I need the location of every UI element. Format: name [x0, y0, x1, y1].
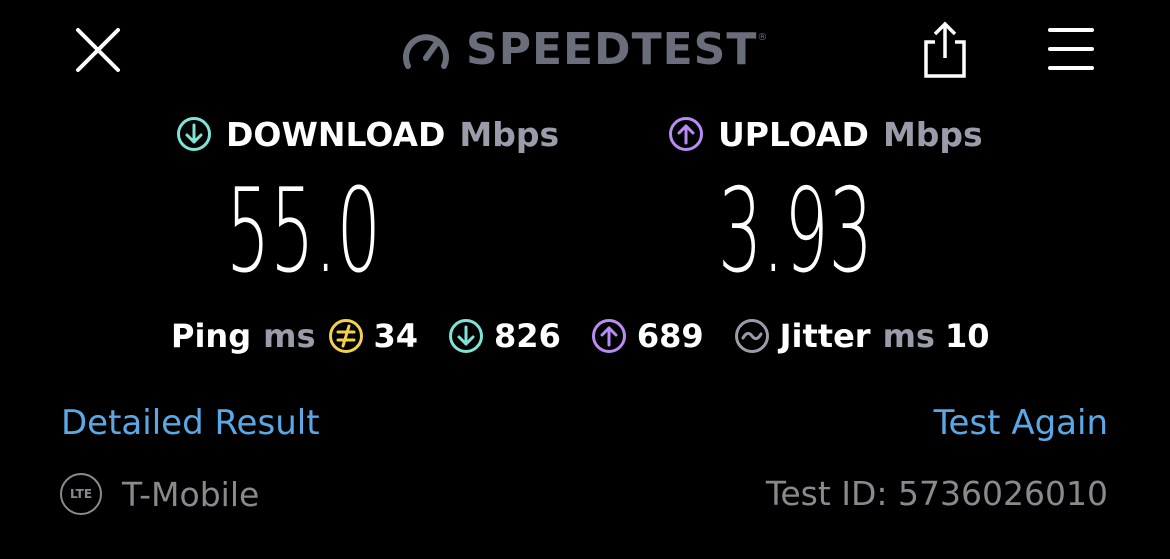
idle-ping-value: 34 — [373, 317, 419, 355]
download-unit: Mbps — [459, 114, 560, 154]
idle-ping-icon — [328, 319, 363, 353]
download-ping-icon — [449, 319, 484, 353]
brand-name: SPEEDTEST — [466, 24, 758, 75]
ping-label: Ping — [171, 317, 252, 355]
download-header: DOWNLOAD Mbps — [176, 113, 559, 155]
upload-ping-value: 689 — [636, 317, 704, 355]
upload-arrow-icon — [669, 117, 703, 151]
download-ping-value: 826 — [494, 317, 561, 355]
lte-badge-icon: LTE — [60, 473, 102, 515]
ping-unit: ms — [263, 317, 316, 355]
lte-badge-text: LTE — [69, 487, 93, 501]
jitter-icon — [734, 319, 769, 353]
registered-mark: ® — [757, 32, 768, 43]
detailed-result-link[interactable]: Detailed Result — [61, 402, 320, 444]
close-icon — [76, 28, 120, 72]
jitter-unit: ms — [882, 317, 935, 355]
network-info: LTE T-Mobile — [60, 471, 259, 517]
upload-ping-icon — [591, 319, 626, 353]
download-label: DOWNLOAD — [226, 114, 446, 154]
speedtest-logo: SPEEDTEST ® — [400, 26, 767, 74]
upload-label: UPLOAD — [718, 114, 869, 154]
download-speed-value: 55.0 — [226, 164, 381, 299]
upload-speed-value: 3.93 — [718, 164, 873, 299]
menu-button[interactable] — [1046, 24, 1096, 74]
gauge-icon — [403, 34, 449, 69]
hamburger-menu-icon — [1048, 28, 1094, 70]
close-button[interactable] — [70, 22, 126, 78]
upload-unit: Mbps — [882, 114, 983, 154]
download-arrow-icon — [177, 117, 211, 151]
carrier-name: T-Mobile — [122, 474, 260, 514]
jitter-label: Jitter — [779, 317, 871, 355]
jitter-value: 10 — [944, 317, 990, 355]
test-again-link[interactable]: Test Again — [934, 402, 1108, 444]
share-button[interactable] — [918, 18, 972, 80]
latency-stats: Ping ms 34 826 689 Jitter ms 10 — [171, 315, 990, 357]
test-id: Test ID: 5736026010 — [765, 474, 1108, 513]
share-icon — [924, 21, 966, 78]
upload-header: UPLOAD Mbps — [668, 113, 983, 155]
